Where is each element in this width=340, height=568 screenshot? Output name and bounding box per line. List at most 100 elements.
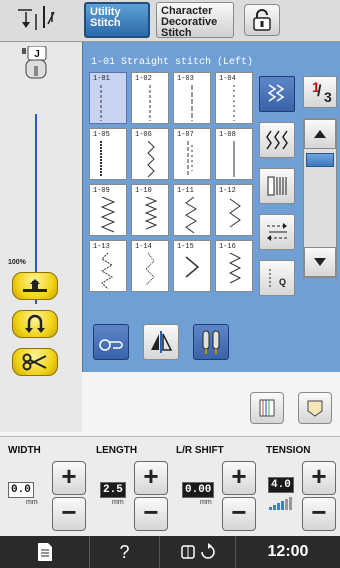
presser-foot-letter: J [34,49,40,60]
zigzag-right-icon [144,197,158,230]
two-step-elastic-zigzag-icon [101,253,113,289]
settings-panel: WIDTH 0.0 mm + − LENGTH 2.5 mm + − L/R S… [0,436,340,536]
presser-foot-lift-button[interactable] [12,272,58,300]
needle-position-icon[interactable] [8,4,78,36]
pocket-button[interactable] [298,392,332,424]
stitch-cell-1-02[interactable]: 1-02 [131,72,169,124]
stitch-cell-1-06[interactable]: 1-06 [131,128,169,180]
mirror-button[interactable] [143,324,179,360]
lock-button[interactable] [244,4,280,36]
stitch-cell-1-05[interactable]: 1-05 [89,128,127,180]
tab-character-label-line3: Stitch [161,27,192,39]
stitch-cell-1-04[interactable]: 1-04 [215,72,253,124]
presser-foot-icon: J [22,46,47,79]
unlock-icon [253,9,271,31]
stitch-number: 1-07 [177,131,194,139]
tension-level-icon [269,497,292,510]
scissors-button[interactable] [12,348,58,376]
spool-link-icon [99,339,123,351]
stitch-number: 1-02 [135,75,152,83]
quick-reference-button[interactable]: Q [259,260,295,296]
stitch-cell-1-09[interactable]: 1-09 [89,184,127,236]
tab-utility-label-line2: Stitch [90,17,121,29]
stitch-number: 1-01 [93,75,110,83]
stitch-cell-1-14[interactable]: 1-14 [131,240,169,292]
tab-utility-stitch[interactable]: Utility Stitch [84,2,150,38]
presser-foot-lift-icon [23,279,47,292]
pocket-icon [307,400,323,417]
twin-needle-button[interactable] [193,324,229,360]
bobbin-status-button[interactable] [160,536,236,568]
left-column: J 100% [0,42,82,432]
stitch-cell-1-16[interactable]: 1-16 [215,240,253,292]
mirror-image-button[interactable] [259,122,295,158]
stitch-view-button[interactable] [259,76,295,112]
help-button[interactable]: ? [90,536,160,568]
stitch-size-button[interactable] [250,392,284,424]
tab-character-decorative-stitch[interactable]: Character Decorative Stitch [156,2,234,39]
stitch-cell-1-11[interactable]: 1-11 [173,184,211,236]
stitch-scrollbar[interactable] [303,118,337,278]
width-value-box: 0.0 [8,482,34,498]
bobbin-rotation-icon [180,543,215,559]
mirror-icon [151,331,173,353]
stitch-cell-1-01[interactable]: 1-01 [89,72,127,124]
zigzag-wide-icon [229,198,241,228]
stitch-number: 1-10 [135,187,152,195]
stitch-number: 1-13 [93,243,110,251]
reverse-stitch-button[interactable] [259,214,295,250]
lr-shift-label: L/R SHIFT [176,445,224,456]
width-plus-button[interactable]: + [52,461,86,495]
triangle-down-icon [314,258,326,266]
scroll-up-button[interactable] [304,119,336,149]
reverse-arrow-icon [25,314,45,333]
stitch-panel: 1-01 Straight stitch (Left) 1-01 1-02 1-… [82,42,340,372]
tension-value-box: 4.0 [268,477,294,493]
twin-needle-icon [202,330,220,354]
thread-tension-mode-button[interactable] [93,324,129,360]
stitch-cell-1-07[interactable]: 1-07 [173,128,211,180]
stitch-density-icon [267,176,287,196]
length-minus-button[interactable]: − [134,497,168,531]
tension-plus-button[interactable]: + [302,461,336,495]
lr-shift-unit: mm [200,499,212,506]
stitch-number: 1-15 [177,243,194,251]
length-value: 2.5 [100,482,126,498]
width-unit: mm [26,499,38,506]
stitch-number: 1-12 [219,187,236,195]
stitch-cell-1-15[interactable]: 1-15 [173,240,211,292]
bottom-bar: ? 12:00 [0,536,340,568]
manual-button[interactable] [0,536,90,568]
help-question-mark: ? [119,541,130,562]
tension-minus-button[interactable]: − [302,497,336,531]
scroll-down-button[interactable] [304,247,336,277]
length-value-box: 2.5 [100,482,126,498]
length-unit: mm [112,499,124,506]
triple-stretch-stitch-icon [191,85,193,121]
reinforced-straight-icon [100,141,102,177]
stitch-cell-1-13[interactable]: 1-13 [89,240,127,292]
stitch-number: 1-06 [135,131,152,139]
reverse-stitch-icon [267,223,287,241]
scissors-icon [22,353,47,371]
svg-text:Q: Q [279,277,286,287]
stitch-view-icon [267,84,285,102]
stitch-density-button[interactable] [259,168,295,204]
three-step-elastic-zigzag-icon [145,253,155,286]
scroll-thumb[interactable] [306,153,334,167]
stitch-number: 1-09 [93,187,110,195]
selected-stitch-title: 1-01 Straight stitch (Left) [91,57,254,68]
zigzag-left-icon [185,197,197,233]
lr-shift-plus-button[interactable]: + [222,461,256,495]
stitch-cell-1-12[interactable]: 1-12 [215,184,253,236]
thread-cutter-button[interactable] [12,310,58,338]
width-minus-button[interactable]: − [52,497,86,531]
stitch-cell-1-10[interactable]: 1-10 [131,184,169,236]
length-plus-button[interactable]: + [134,461,168,495]
stitch-number: 1-14 [135,243,152,251]
basting-stitch-icon [187,141,193,177]
lr-shift-minus-button[interactable]: − [222,497,256,531]
stitch-cell-1-08[interactable]: 1-08 [215,128,253,180]
stitch-cell-1-03[interactable]: 1-03 [173,72,211,124]
width-label: WIDTH [8,445,41,456]
